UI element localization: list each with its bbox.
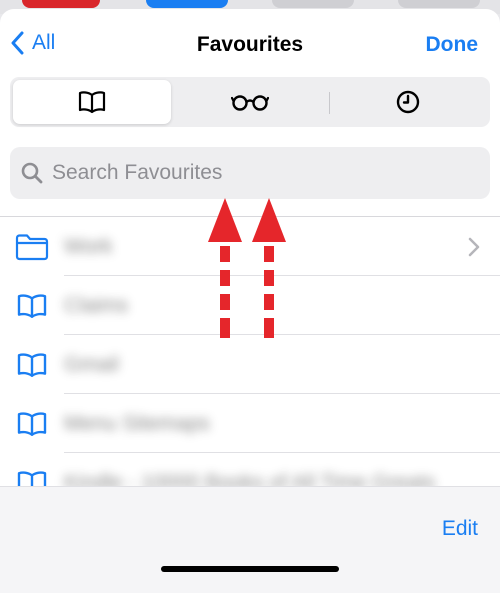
list-item[interactable]: Gmail (0, 335, 500, 394)
segment-divider (329, 92, 330, 114)
edit-button[interactable]: Edit (442, 517, 478, 541)
navigation-bar: All Favourites Done (0, 9, 500, 77)
list-item-label: Claims (64, 293, 129, 317)
book-icon (17, 293, 47, 318)
list-item-label: Gmail (64, 352, 119, 376)
search-input[interactable] (52, 161, 452, 185)
clock-icon (396, 90, 420, 114)
search-field[interactable] (10, 147, 490, 199)
background-blue-tab (146, 0, 228, 8)
book-icon (17, 352, 47, 377)
list-item[interactable]: Menu Sitemaps (0, 394, 500, 453)
list-item-label: Work (64, 234, 113, 258)
folder-icon (15, 233, 49, 260)
background-gray-tab (272, 0, 354, 8)
book-icon (17, 411, 47, 436)
done-button[interactable]: Done (426, 33, 479, 57)
bottom-toolbar: Edit (0, 486, 500, 593)
tab-reading-list[interactable] (171, 80, 329, 124)
tab-bookmarks[interactable] (13, 80, 171, 124)
list-item-label: Menu Sitemaps (64, 411, 210, 435)
tab-history[interactable] (329, 80, 487, 124)
view-segmented-control (10, 77, 490, 127)
book-icon (78, 91, 106, 114)
background-gray-tab (398, 0, 480, 8)
background-red-tab (22, 0, 100, 8)
reading-glasses-icon (231, 95, 269, 111)
annotation-arrow-up-icon (252, 198, 286, 338)
search-icon (21, 162, 43, 184)
annotation-arrow-up-icon (208, 198, 242, 338)
chevron-right-icon (468, 237, 480, 257)
home-indicator (161, 566, 339, 572)
